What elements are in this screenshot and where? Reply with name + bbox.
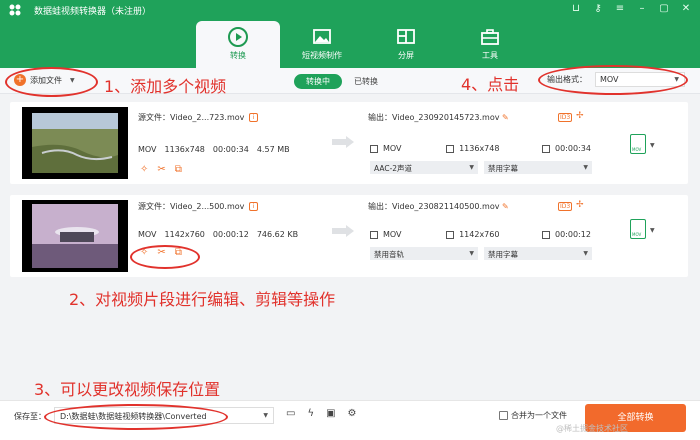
annotation-circle (5, 67, 98, 97)
chevron-down-icon[interactable]: ▼ (650, 142, 655, 149)
resolution-icon (446, 144, 455, 153)
audio-track-select[interactable]: 禁用音轨 ▼ (370, 247, 478, 260)
video-card: 源文件：Video_2...500.mov i MOV 1142x760 00:00… (10, 195, 688, 277)
merge-checkbox[interactable] (499, 411, 508, 420)
annotation-circle (538, 65, 688, 95)
annotation-circle (44, 404, 228, 430)
tab-label: 短视频制作 (302, 51, 342, 60)
video-thumbnail[interactable] (22, 200, 128, 272)
source-meta: MOV 1136x748 00:00:34 4.57 MB (138, 145, 290, 154)
key-icon[interactable]: ⚷ (592, 3, 604, 14)
scissors-icon[interactable]: ✂ (157, 164, 165, 175)
clock-icon (542, 230, 550, 239)
close-icon[interactable]: ✕ (680, 3, 692, 14)
id3-icon[interactable]: ID3 (558, 113, 573, 122)
arrow-right-icon (332, 225, 354, 237)
source-filename: 源文件：Video_2...500.mov i (138, 201, 258, 212)
output-meta: MOV 1136x748 00:00:34 (370, 144, 591, 153)
id3-icon[interactable]: ID3 (558, 202, 573, 211)
hardware-accel-icon[interactable]: ϟ (307, 408, 314, 419)
merge-option[interactable]: 合并为一个文件 (499, 410, 567, 421)
menu-icon[interactable]: ≡ (614, 3, 626, 14)
format-icon (370, 144, 378, 153)
tab-convert[interactable]: 转换 (196, 21, 280, 68)
split-icon[interactable]: ✢ (576, 111, 584, 121)
annotation-1: 1、添加多个视频 (104, 77, 227, 96)
format-icon (370, 230, 378, 239)
chevron-down-icon: ▼ (469, 164, 474, 171)
convert-icon (228, 27, 248, 47)
status-toggle: 转换中 已转换 (294, 74, 390, 89)
video-card: 源文件：Video_2...723.mov i MOV 1136x748 00:00… (10, 102, 688, 184)
minimize-icon[interactable]: – (636, 3, 648, 14)
annotation-3: 3、可以更改视频保存位置 (34, 380, 221, 399)
chevron-down-icon: ▼ (263, 412, 268, 419)
gpu-icon[interactable]: ▣ (326, 408, 335, 419)
info-icon[interactable]: i (248, 113, 258, 122)
format-badge: MOV (632, 232, 642, 237)
chevron-down-icon: ▼ (583, 250, 588, 257)
merge-label: 合并为一个文件 (511, 411, 567, 420)
annotation-circle (130, 245, 200, 269)
chevron-down-icon: ▼ (583, 164, 588, 171)
settings-icon[interactable]: ⚙ (348, 408, 357, 419)
chevron-down-icon[interactable]: ▼ (650, 227, 655, 234)
tab-short-video[interactable]: 短视频制作 (280, 21, 364, 68)
save-to-label: 保存至： (14, 412, 46, 421)
info-icon[interactable]: i (248, 202, 258, 211)
split-icon[interactable]: ✢ (576, 200, 584, 210)
folder-icon[interactable]: ▭ (286, 408, 295, 419)
image-icon (313, 29, 331, 44)
app-title: 数据蛙视频转换器（未注册） (34, 7, 152, 17)
tab-label: 分屏 (398, 51, 414, 60)
tab-label: 转换 (230, 51, 246, 60)
app-logo-icon (9, 4, 21, 16)
tab-tools[interactable]: 工具 (448, 21, 532, 68)
toolbox-icon (481, 29, 499, 45)
annotation-2: 2、对视频片段进行编辑、剪辑等操作 (69, 290, 336, 309)
crop-icon[interactable]: ⧉ (175, 164, 182, 175)
chevron-down-icon: ▼ (469, 250, 474, 257)
resolution-icon (446, 230, 455, 239)
watermark: @稀土掘金技术社区 (556, 424, 628, 433)
audio-track-select[interactable]: AAC-2声道 ▼ (370, 161, 478, 174)
tab-converted[interactable]: 已转换 (342, 74, 390, 89)
magic-wand-icon[interactable]: ✧ (140, 164, 148, 175)
restore-icon[interactable]: ▢ (658, 3, 670, 14)
video-thumbnail[interactable] (22, 107, 128, 179)
output-filename: 输出：Video_230821140500.mov ✎ (368, 202, 509, 211)
subtitle-select[interactable]: 禁用字幕 ▼ (484, 161, 592, 174)
output-format-icon[interactable]: MOV (630, 134, 646, 154)
tab-split-screen[interactable]: 分屏 (364, 21, 448, 68)
subtitle-select[interactable]: 禁用字幕 ▼ (484, 247, 592, 260)
format-badge: MOV (632, 147, 642, 152)
split-screen-icon (397, 29, 415, 44)
output-format-icon[interactable]: MOV (630, 219, 646, 239)
arrow-right-icon (332, 136, 354, 148)
file-list: 源文件：Video_2...723.mov i MOV 1136x748 00:00… (0, 95, 700, 400)
clock-icon (542, 144, 550, 153)
tab-label: 工具 (482, 51, 498, 60)
edit-icon[interactable]: ✎ (502, 113, 509, 122)
source-meta: MOV 1142x760 00:00:12 746.62 KB (138, 230, 299, 239)
cart-icon[interactable]: ⊔ (570, 3, 582, 14)
source-filename: 源文件：Video_2...723.mov i (138, 112, 258, 123)
annotation-4: 4、点击 (461, 75, 520, 94)
edit-icon[interactable]: ✎ (502, 202, 509, 211)
tab-converting[interactable]: 转换中 (294, 74, 342, 89)
title-bar: 数据蛙视频转换器（未注册） ⊔ ⚷ ≡ – ▢ ✕ 转换 短视频制作 分屏 工具 (0, 0, 700, 68)
output-filename: 输出：Video_230920145723.mov ✎ (368, 113, 509, 122)
output-meta: MOV 1142x760 00:00:12 (370, 230, 591, 239)
